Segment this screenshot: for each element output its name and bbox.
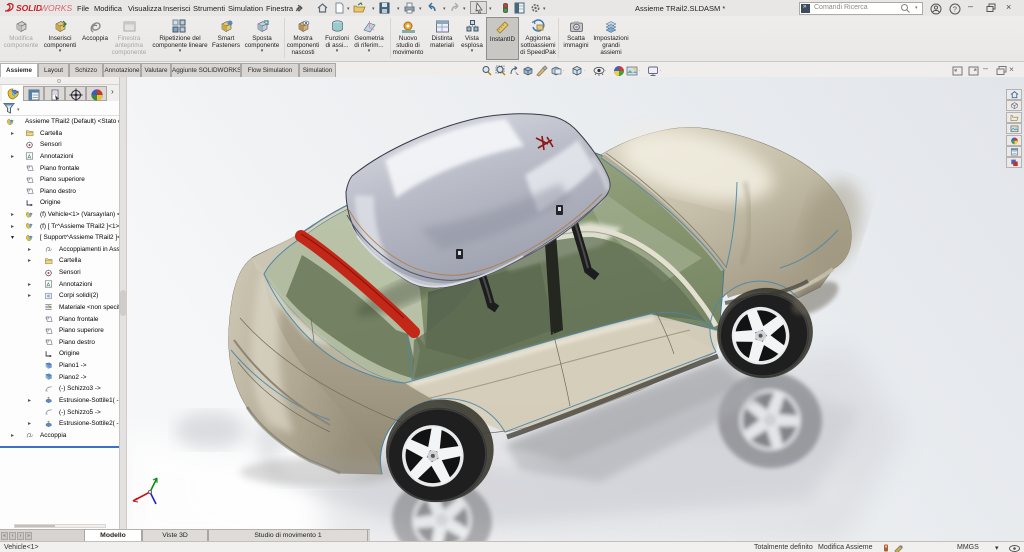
svg-text:A: A	[28, 155, 32, 161]
svg-text:SOLID: SOLID	[16, 3, 42, 13]
svg-text:?: ?	[953, 4, 957, 13]
svg-text:A: A	[47, 283, 51, 289]
svg-text:WORKS: WORKS	[40, 3, 72, 13]
